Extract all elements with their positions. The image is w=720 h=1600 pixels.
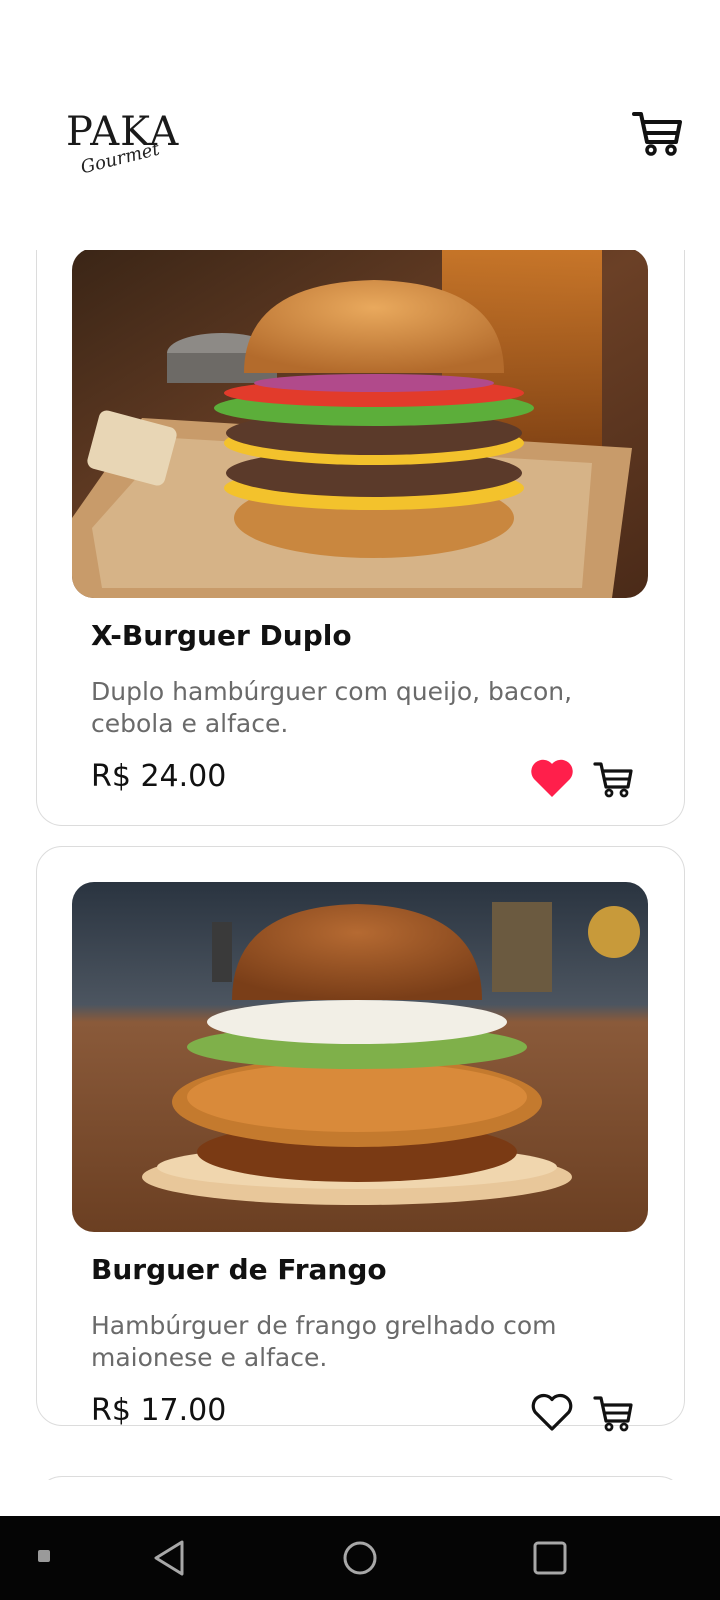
home-circle-icon[interactable] — [336, 1534, 384, 1582]
product-card[interactable] — [36, 1476, 685, 1480]
heart-outline-icon[interactable] — [529, 1391, 575, 1433]
system-navigation-bar — [0, 1516, 720, 1600]
add-to-cart-icon[interactable] — [593, 759, 633, 799]
navigation-indicator-dot — [38, 1550, 50, 1562]
screen: PAKA Gourmet X-Burguer Duplo Duplo hambú… — [0, 0, 720, 1600]
brand-logo: PAKA Gourmet — [66, 110, 186, 190]
product-image — [72, 250, 648, 598]
heart-filled-icon[interactable] — [529, 757, 575, 799]
shopping-cart-icon[interactable] — [632, 108, 682, 158]
product-price: R$ 17.00 — [91, 1393, 227, 1428]
app-header: PAKA Gourmet — [0, 0, 720, 250]
product-title: X-Burguer Duplo — [91, 619, 352, 652]
product-card[interactable]: X-Burguer Duplo Duplo hambúrguer com que… — [36, 250, 685, 826]
product-image — [72, 882, 648, 1232]
recents-square-icon[interactable] — [526, 1534, 574, 1582]
product-card[interactable]: Burguer de Frango Hambúrguer de frango g… — [36, 846, 685, 1432]
product-price: R$ 24.00 — [91, 759, 227, 794]
product-title: Burguer de Frango — [91, 1253, 387, 1286]
add-to-cart-icon[interactable] — [593, 1393, 633, 1433]
back-triangle-icon[interactable] — [146, 1534, 194, 1582]
product-description: Duplo hambúrguer com queijo, bacon, cebo… — [91, 677, 573, 738]
product-description: Hambúrguer de frango grelhado com maione… — [91, 1311, 557, 1372]
product-list[interactable]: X-Burguer Duplo Duplo hambúrguer com que… — [0, 250, 720, 1480]
